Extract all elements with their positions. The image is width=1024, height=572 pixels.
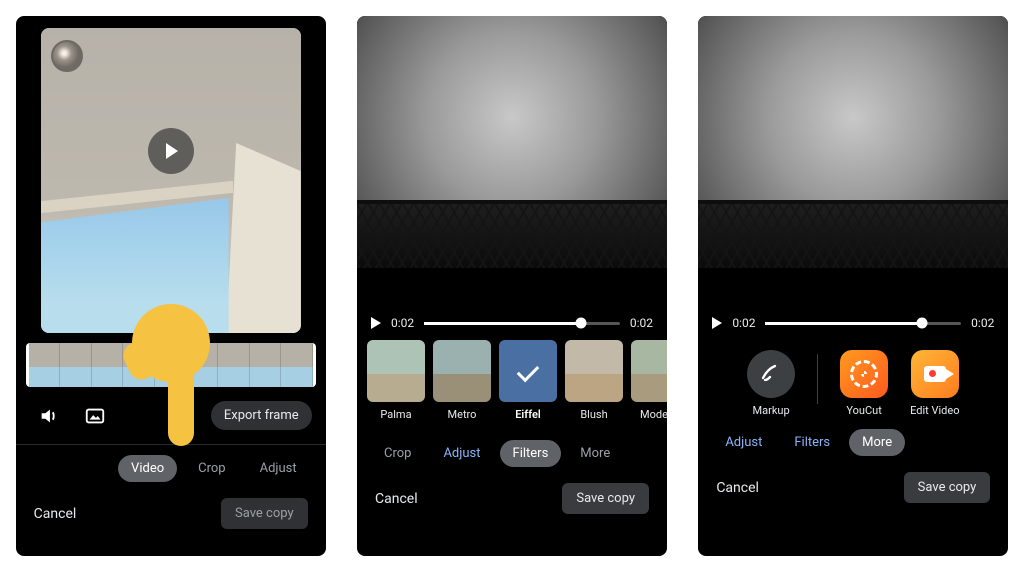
screen-filters-tab: 0:02 0:02 Palma Metro Eiffel Blush Moden… xyxy=(357,16,667,556)
seek-track[interactable] xyxy=(765,322,961,325)
save-copy-button[interactable]: Save copy xyxy=(221,498,308,529)
editvideo-icon xyxy=(911,350,959,398)
check-icon xyxy=(517,360,540,383)
external-apps-row: Markup YouCut Edit Video xyxy=(698,340,1008,423)
cancel-button[interactable]: Cancel xyxy=(716,480,759,496)
apps-divider xyxy=(817,354,818,404)
cancel-button[interactable]: Cancel xyxy=(375,491,418,507)
edit-tabs: Adjust Filters More xyxy=(698,423,1008,456)
cancel-button[interactable]: Cancel xyxy=(34,506,77,522)
tab-adjust[interactable]: Adjust xyxy=(247,455,310,482)
play-button[interactable] xyxy=(148,128,194,174)
tab-filters[interactable]: Filters xyxy=(781,429,843,456)
app-markup[interactable]: Markup xyxy=(747,350,795,417)
pointer-hand-overlay xyxy=(126,304,216,454)
play-button-mini[interactable] xyxy=(712,317,722,329)
app-editvideo[interactable]: Edit Video xyxy=(910,350,959,417)
filter-selected-icon xyxy=(499,340,557,402)
video-preview-filtered[interactable] xyxy=(357,16,667,306)
video-progress-bar: 0:02 0:02 xyxy=(698,306,1008,340)
preview-ground xyxy=(357,268,667,306)
seek-knob[interactable] xyxy=(917,318,928,329)
preview-ground xyxy=(698,268,1008,306)
edit-tabs: Crop Adjust Filters More xyxy=(357,434,667,467)
export-frame-button[interactable]: Export frame xyxy=(211,401,312,430)
filter-palma[interactable]: Palma xyxy=(367,340,425,421)
tab-video[interactable]: Video xyxy=(118,455,177,482)
stabilize-button[interactable] xyxy=(82,403,108,429)
tab-crop[interactable]: Crop xyxy=(185,455,238,482)
tab-adjust[interactable]: Adjust xyxy=(430,440,493,467)
screen-more-tab: 0:02 0:02 Markup YouCut Edit Video xyxy=(698,16,1008,556)
time-total: 0:02 xyxy=(630,316,653,330)
tab-adjust[interactable]: Adjust xyxy=(712,429,775,456)
app-editvideo-label: Edit Video xyxy=(910,404,959,417)
tab-more[interactable]: More xyxy=(567,440,623,467)
preview-lamp xyxy=(51,40,83,72)
filter-strip[interactable]: Palma Metro Eiffel Blush Modena xyxy=(357,340,667,434)
tab-more[interactable]: More xyxy=(849,429,905,456)
markup-icon xyxy=(747,350,795,398)
seek-knob[interactable] xyxy=(575,318,586,329)
filter-blush[interactable]: Blush xyxy=(565,340,623,421)
app-markup-label: Markup xyxy=(753,404,790,417)
filter-eiffel-selected[interactable]: Eiffel xyxy=(499,340,557,421)
time-total: 0:02 xyxy=(971,316,994,330)
volume-icon xyxy=(38,405,60,427)
app-youcut-label: YouCut xyxy=(846,404,881,417)
screen-video-tab: Export frame Video Crop Adjust Cancel Sa… xyxy=(16,16,326,556)
seek-track[interactable] xyxy=(424,322,620,325)
time-elapsed: 0:02 xyxy=(391,316,414,330)
video-progress-bar: 0:02 0:02 xyxy=(357,306,667,340)
app-youcut[interactable]: YouCut xyxy=(840,350,888,417)
time-elapsed: 0:02 xyxy=(732,316,755,330)
filter-metro[interactable]: Metro xyxy=(433,340,491,421)
play-icon xyxy=(166,143,178,159)
youcut-icon xyxy=(840,350,888,398)
tab-filters[interactable]: Filters xyxy=(500,440,562,467)
stabilize-icon xyxy=(84,406,106,426)
save-copy-button[interactable]: Save copy xyxy=(562,483,649,514)
save-copy-button[interactable]: Save copy xyxy=(904,472,991,503)
video-preview[interactable] xyxy=(41,28,301,333)
mute-button[interactable] xyxy=(36,403,62,429)
preview-wall xyxy=(226,143,301,333)
filter-modena[interactable]: Modena xyxy=(631,340,667,421)
tab-crop[interactable]: Crop xyxy=(371,440,424,467)
video-preview-filtered[interactable] xyxy=(698,16,1008,306)
play-button-mini[interactable] xyxy=(371,317,381,329)
